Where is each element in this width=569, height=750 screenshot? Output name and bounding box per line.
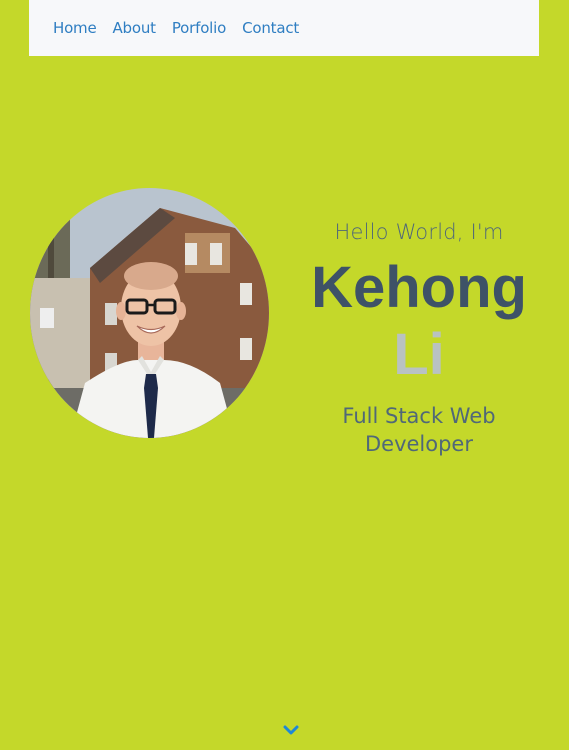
hero-greeting: Hello World, I'm xyxy=(334,220,504,244)
page: Home About Porfolio Contact Hello World,… xyxy=(0,0,569,750)
hero-last-name: Li xyxy=(393,322,445,387)
hero-first-name: Kehong xyxy=(311,255,527,320)
chevron-down-icon[interactable] xyxy=(283,723,299,735)
hero-role: Full Stack Web Developer xyxy=(342,404,496,456)
nav-link-about[interactable]: About xyxy=(113,19,157,37)
nav-link-contact[interactable]: Contact xyxy=(242,19,299,37)
hero-intro: Hello World, I'm Kehong Li Full Stack We… xyxy=(300,220,538,458)
profile-photo xyxy=(30,188,269,438)
nav-link-home[interactable]: Home xyxy=(53,19,97,37)
navbar: Home About Porfolio Contact xyxy=(29,0,539,56)
nav-link-portfolio[interactable]: Porfolio xyxy=(172,19,226,37)
